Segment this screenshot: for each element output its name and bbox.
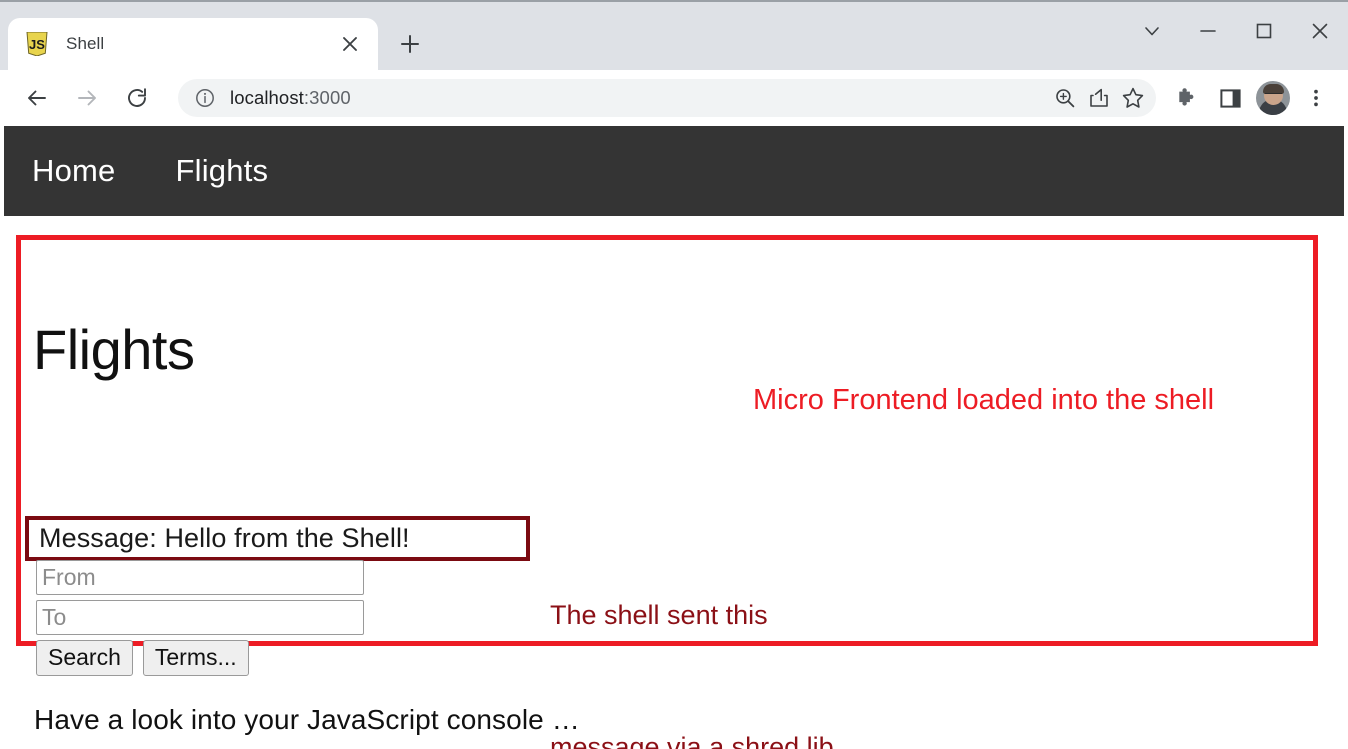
search-button[interactable]: Search: [36, 640, 133, 677]
from-input[interactable]: [36, 560, 364, 595]
url-text[interactable]: localhost:3000: [230, 87, 1048, 109]
title-bar: JS Shell: [0, 0, 1348, 70]
extensions-puzzle-icon[interactable]: [1167, 78, 1207, 118]
forward-button[interactable]: [68, 79, 106, 117]
minimize-icon[interactable]: [1180, 2, 1236, 60]
new-tab-button[interactable]: [388, 22, 432, 66]
share-icon[interactable]: [1082, 81, 1116, 115]
profile-avatar[interactable]: [1253, 78, 1293, 118]
annotation-shared-lib: The shell sent this message via a shred …: [550, 505, 834, 749]
maximize-icon[interactable]: [1236, 2, 1292, 60]
svg-text:JS: JS: [29, 37, 45, 52]
kebab-menu-icon[interactable]: [1296, 78, 1336, 118]
flight-search-form: Search Terms...: [36, 560, 636, 677]
page-viewport: Home Flights Flights Message: Hello from…: [0, 126, 1348, 749]
side-panel-icon[interactable]: [1210, 78, 1250, 118]
zoom-in-icon[interactable]: [1048, 81, 1082, 115]
nav-link-home[interactable]: Home: [32, 153, 116, 189]
url-port: :3000: [303, 87, 351, 108]
avatar: [1256, 81, 1290, 115]
annotation-micro-frontend: Micro Frontend loaded into the shell: [753, 384, 1215, 416]
js-logo-icon: JS: [26, 31, 48, 57]
viewport-left-edge: [0, 126, 4, 749]
annotation-shared-lib-line1: The shell sent this: [550, 600, 768, 630]
back-button[interactable]: [18, 79, 56, 117]
annotation-shared-lib-line2: message via a shred lib: [550, 732, 834, 749]
close-icon[interactable]: [1292, 2, 1348, 60]
shell-navbar: Home Flights: [4, 126, 1344, 216]
page-title: Flights: [33, 317, 195, 381]
bookmark-star-icon[interactable]: [1116, 81, 1150, 115]
to-input[interactable]: [36, 600, 364, 635]
close-icon[interactable]: [336, 30, 364, 58]
info-circle-icon[interactable]: [192, 85, 218, 111]
tab-strip: JS Shell: [0, 2, 432, 70]
browser-window: JS Shell localhost:3000 Home Flights Fli…: [0, 0, 1348, 749]
address-bar[interactable]: localhost:3000: [178, 79, 1156, 117]
form-button-row: Search Terms...: [36, 640, 636, 677]
browser-toolbar: localhost:3000: [0, 70, 1348, 126]
shell-message-box: Message: Hello from the Shell!: [25, 516, 530, 561]
nav-link-flights[interactable]: Flights: [176, 153, 269, 189]
browser-tab-shell[interactable]: JS Shell: [8, 18, 378, 70]
tab-title: Shell: [66, 34, 105, 53]
url-host: localhost: [230, 87, 304, 108]
reload-button[interactable]: [118, 79, 156, 117]
avatar-glasses: [1265, 93, 1282, 99]
console-hint-text: Have a look into your JavaScript console…: [34, 704, 580, 735]
shell-message-text: Message: Hello from the Shell!: [39, 523, 410, 553]
window-controls: [1124, 2, 1348, 60]
terms-button[interactable]: Terms...: [142, 640, 249, 677]
chevron-down-icon[interactable]: [1124, 2, 1180, 60]
